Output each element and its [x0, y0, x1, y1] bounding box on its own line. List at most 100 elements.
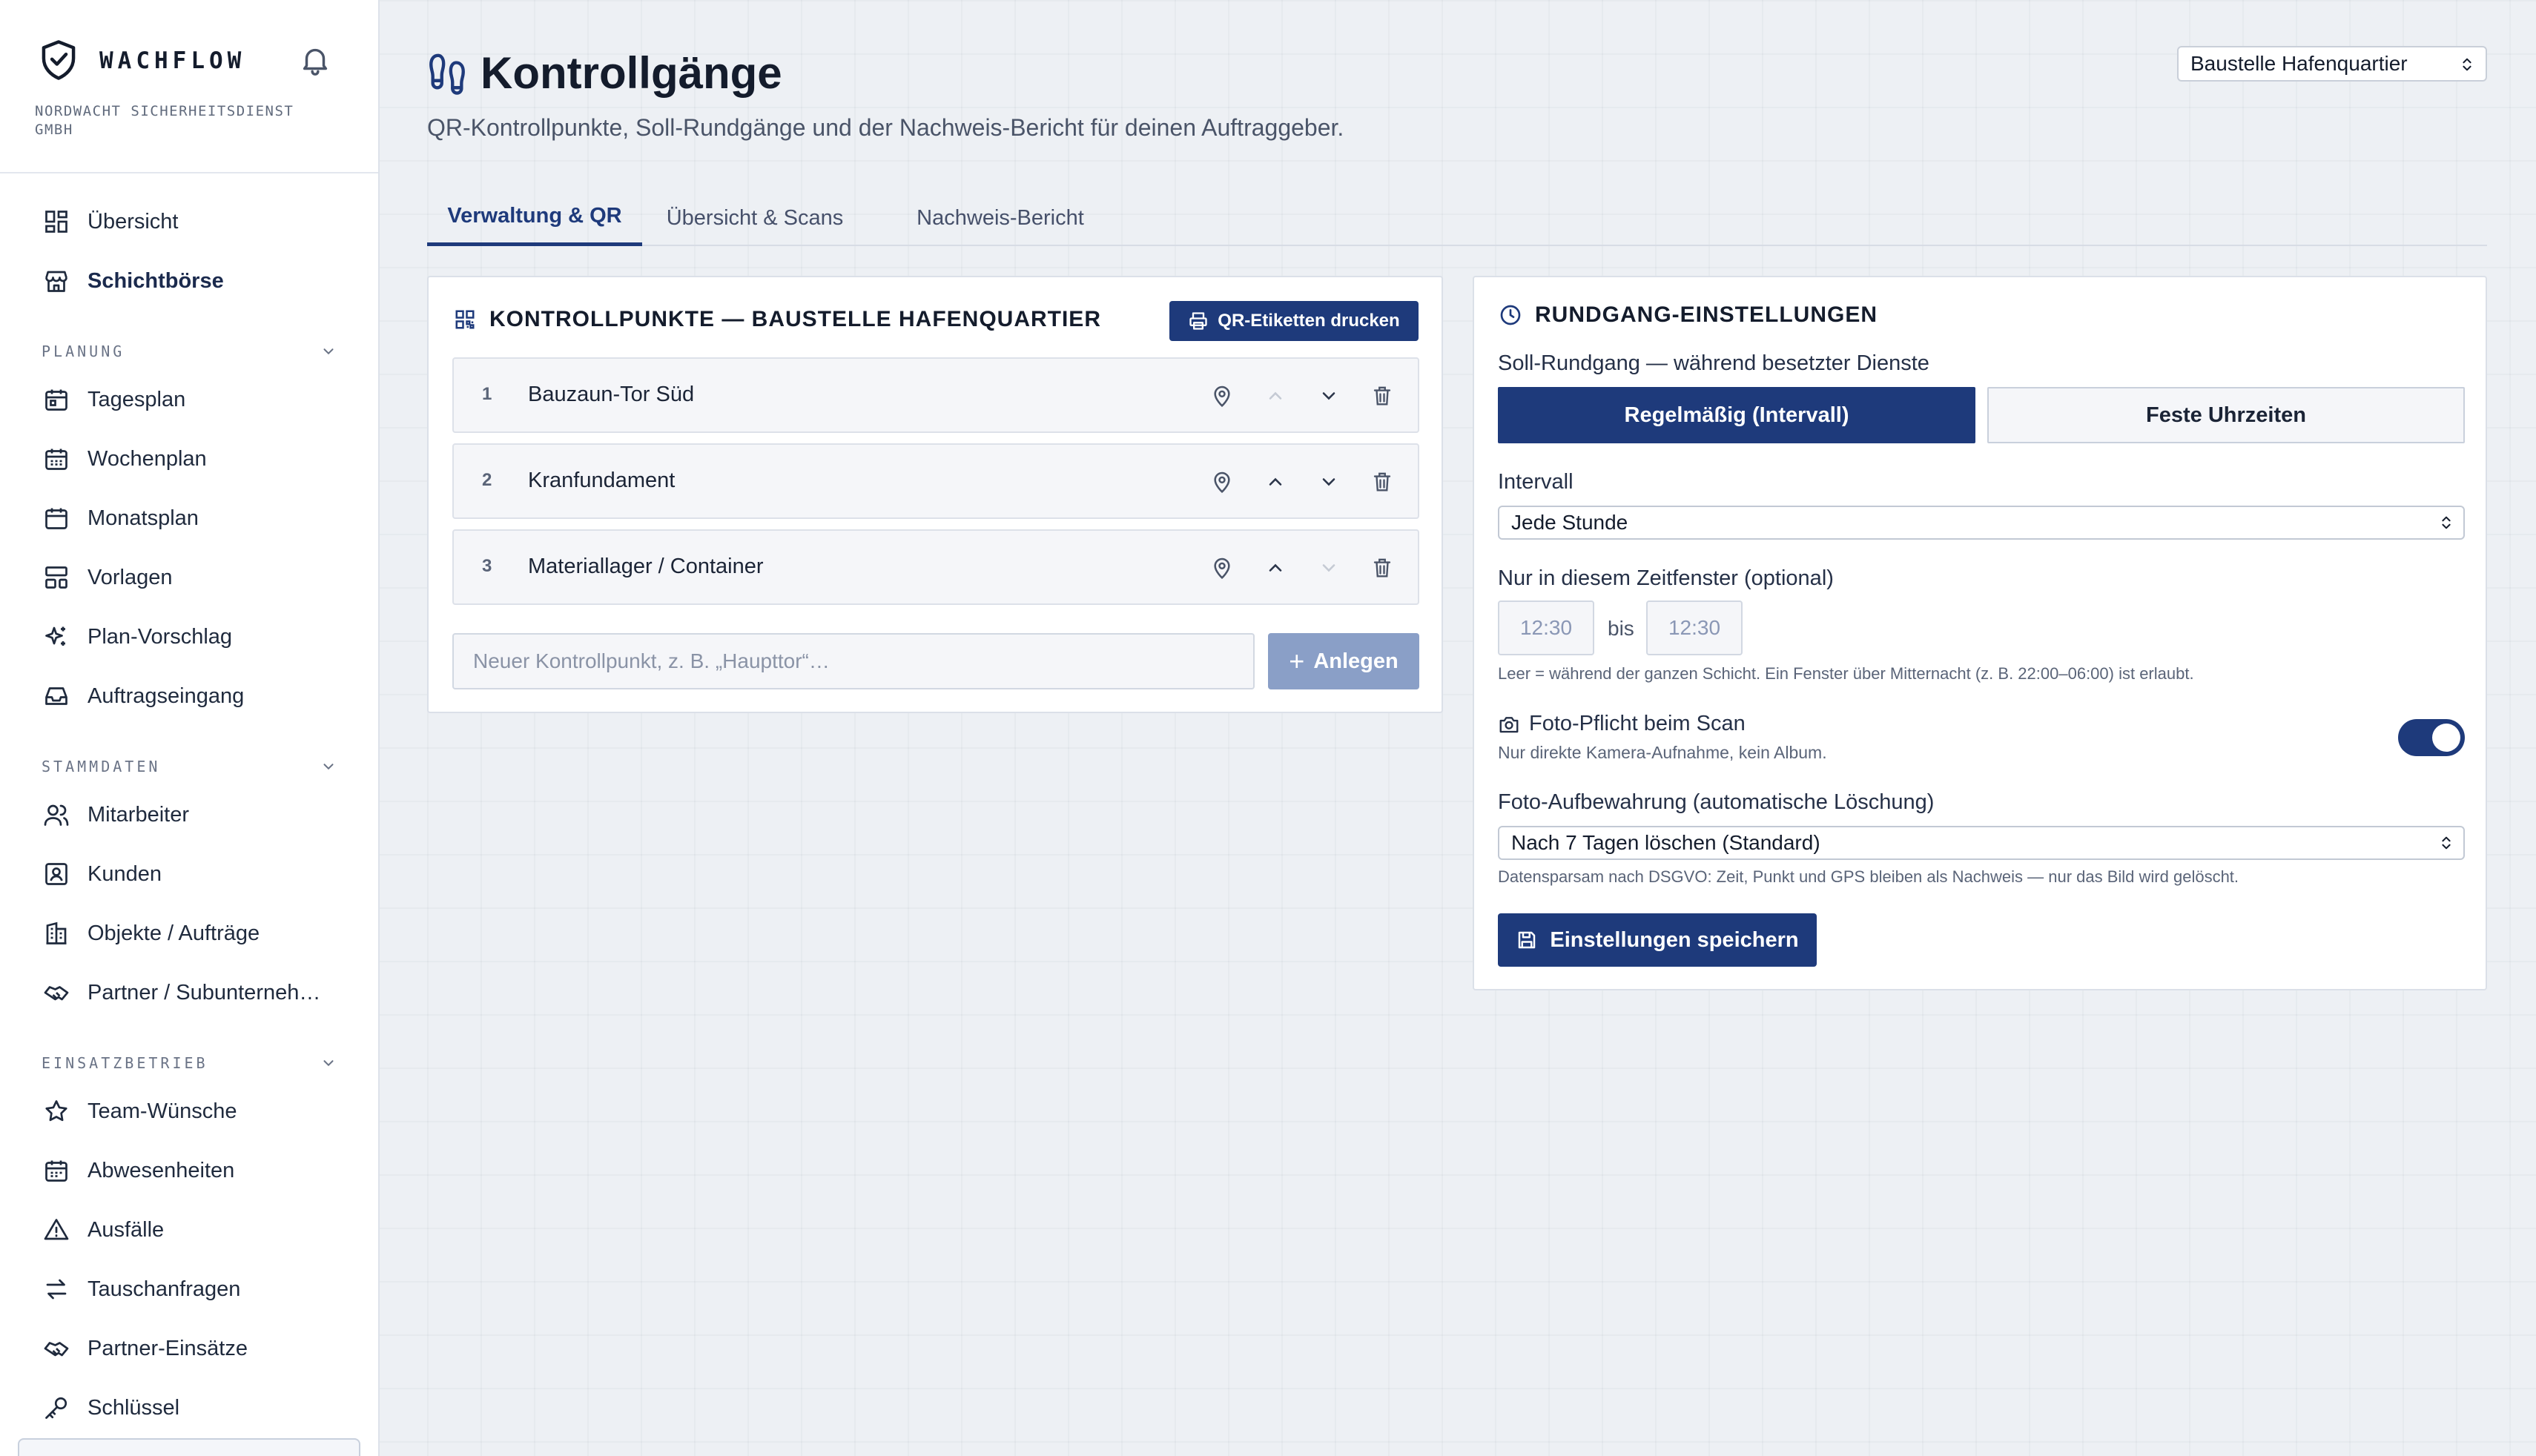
sidebar-item-objekte[interactable]: Objekte / Aufträge	[0, 907, 378, 959]
sidebar-item-mitarbeiter[interactable]: Mitarbeiter	[0, 789, 378, 841]
time-to-input[interactable]: 12:30	[1646, 600, 1743, 655]
building-icon	[42, 919, 71, 948]
sidebar-item-uebersicht[interactable]: Übersicht	[0, 196, 378, 248]
photo-retention-select[interactable]: Nach 7 Tagen löschen (Standard)	[1498, 826, 2465, 860]
sidebar-item-label: Plan-Vorschlag	[87, 624, 233, 649]
checkpoint-name: Bauzaun-Tor Süd	[528, 383, 695, 406]
sidebar-item-monatsplan[interactable]: Monatsplan	[0, 492, 378, 544]
soll-rundgang-label: Soll-Rundgang — während besetzter Dienst…	[1498, 351, 1929, 375]
sidebar-item-label: Monatsplan	[87, 506, 199, 530]
sidebar-item-label: Übersicht	[87, 209, 179, 234]
sidebar-item-auftragseingang[interactable]: Auftragseingang	[0, 670, 378, 722]
tab-nachweis-bericht[interactable]: Nachweis-Bericht	[903, 190, 1097, 246]
sidebar-item-label: Team-Wünsche	[87, 1099, 237, 1123]
page-title: Kontrollgänge	[481, 48, 782, 98]
section-planung[interactable]: PLANUNG	[42, 337, 338, 366]
key-icon	[42, 1393, 71, 1423]
sidebar-item-label: Wochenplan	[87, 446, 207, 471]
mode-interval-button[interactable]: Regelmäßig (Intervall)	[1498, 387, 1975, 443]
sidebar-item-label: Partner-Einsätze	[87, 1336, 248, 1360]
sidebar-item-schichtboerse[interactable]: Schichtbörse	[0, 255, 378, 307]
map-pin-icon[interactable]	[1207, 381, 1237, 411]
section-stammdaten[interactable]: STAMMDATEN	[42, 752, 338, 781]
sort-arrows-icon	[2438, 514, 2454, 531]
sidebar-item-partner[interactable]: Partner / Subunterneh…	[0, 967, 378, 1019]
sidebar-item-tauschanfragen[interactable]: Tauschanfragen	[0, 1263, 378, 1315]
time-from-input[interactable]: 12:30	[1498, 600, 1594, 655]
map-pin-icon[interactable]	[1207, 467, 1237, 497]
round-settings-panel: RUNDGANG-EINSTELLUNGEN Soll-Rundgang — w…	[1473, 276, 2487, 990]
sidebar-item-label: Partner / Subunterneh…	[87, 980, 321, 1005]
footprints-icon	[426, 52, 469, 95]
trash-icon[interactable]	[1367, 467, 1397, 497]
checkpoint-row: 1 Bauzaun-Tor Süd	[452, 357, 1419, 433]
tab-verwaltung-qr[interactable]: Verwaltung & QR	[427, 190, 642, 246]
chevron-down-icon	[320, 343, 337, 360]
sidebar-footer-card[interactable]	[18, 1438, 360, 1456]
sidebar-item-kunden[interactable]: Kunden	[0, 848, 378, 900]
sidebar-item-abwesenheiten[interactable]: Abwesenheiten	[0, 1145, 378, 1197]
checkpoint-row: 3 Materiallager / Container	[452, 529, 1419, 605]
section-einsatzbetrieb[interactable]: EINSATZBETRIEB	[42, 1048, 338, 1078]
section-title: STAMMDATEN	[42, 758, 161, 775]
mode-fixed-times-button[interactable]: Feste Uhrzeiten	[1987, 387, 2465, 443]
save-icon	[1516, 929, 1538, 951]
photo-retention-hint: Datensparsam nach DSGVO: Zeit, Punkt und…	[1498, 867, 2239, 886]
calendar-week-icon	[42, 444, 71, 474]
site-select-value: Baustelle Hafenquartier	[2190, 52, 2408, 75]
contact-icon	[42, 859, 71, 889]
sidebar-item-label: Auftragseingang	[87, 684, 245, 708]
chevron-up-icon[interactable]	[1261, 467, 1290, 497]
checkpoint-number: 1	[482, 384, 492, 404]
bell-icon[interactable]	[298, 43, 332, 77]
sort-arrows-icon	[2438, 835, 2454, 851]
print-qr-labels-button[interactable]: QR-Etiketten drucken	[1169, 301, 1419, 341]
sidebar-item-schluessel[interactable]: Schlüssel	[0, 1382, 378, 1434]
clock-icon	[1498, 302, 1523, 328]
sidebar-item-plan-vorschlag[interactable]: Plan-Vorschlag	[0, 611, 378, 663]
interval-select-value: Jede Stunde	[1511, 511, 1628, 534]
photo-required-text: Foto-Pflicht beim Scan	[1529, 712, 1746, 735]
page-subtitle: QR-Kontrollpunkte, Soll-Rundgänge und de…	[427, 114, 1344, 141]
sidebar-item-vorlagen[interactable]: Vorlagen	[0, 552, 378, 603]
sidebar-item-partner-einsaetze[interactable]: Partner-Einsätze	[0, 1323, 378, 1374]
interval-select[interactable]: Jede Stunde	[1498, 506, 2465, 540]
print-button-label: QR-Etiketten drucken	[1218, 311, 1400, 331]
checkpoints-panel: KONTROLLPUNKTE — BAUSTELLE HAFENQUARTIER…	[427, 276, 1443, 713]
checkpoint-name: Kranfundament	[528, 469, 676, 492]
trash-icon[interactable]	[1367, 553, 1397, 583]
site-select[interactable]: Baustelle Hafenquartier	[2177, 46, 2487, 82]
add-button-label: Anlegen	[1313, 649, 1399, 673]
settings-title: RUNDGANG-EINSTELLUNGEN	[1498, 302, 1878, 328]
chevron-down-icon[interactable]	[1314, 467, 1344, 497]
map-pin-icon[interactable]	[1207, 553, 1237, 583]
chevron-up-icon[interactable]	[1261, 553, 1290, 583]
sidebar-item-ausfaelle[interactable]: Ausfälle	[0, 1204, 378, 1256]
warning-icon	[42, 1215, 71, 1245]
chevron-down-icon	[320, 1055, 337, 1071]
trash-icon[interactable]	[1367, 381, 1397, 411]
sidebar-item-label: Tagesplan	[87, 387, 186, 411]
page-header: Kontrollgänge	[426, 47, 782, 99]
time-window-hint: Leer = während der ganzen Schicht. Ein F…	[1498, 664, 2194, 683]
add-checkpoint-button[interactable]: + Anlegen	[1268, 633, 1419, 689]
chevron-down-icon[interactable]	[1314, 381, 1344, 411]
photo-required-toggle[interactable]	[2398, 719, 2465, 756]
calendar-x-icon	[42, 1156, 71, 1185]
sidebar-item-team-wuensche[interactable]: Team-Wünsche	[0, 1085, 378, 1137]
photo-retention-value: Nach 7 Tagen löschen (Standard)	[1511, 831, 1820, 854]
sort-arrows-icon	[2459, 56, 2475, 73]
star-icon	[42, 1096, 71, 1126]
checkpoint-name: Materiallager / Container	[528, 555, 764, 578]
sidebar-item-label: Abwesenheiten	[87, 1158, 235, 1182]
checkpoints-title-text: KONTROLLPUNKTE — BAUSTELLE HAFENQUARTIER	[489, 307, 1101, 331]
tab-uebersicht-scans[interactable]: Übersicht & Scans	[650, 190, 860, 246]
sidebar-item-tagesplan[interactable]: Tagesplan	[0, 374, 378, 426]
save-settings-button[interactable]: Einstellungen speichern	[1498, 913, 1817, 967]
plus-icon: +	[1289, 646, 1305, 676]
sidebar-item-wochenplan[interactable]: Wochenplan	[0, 433, 378, 485]
new-checkpoint-input[interactable]: Neuer Kontrollpunkt, z. B. „Haupttor“…	[452, 633, 1255, 689]
sidebar: WACHFLOW NORDWACHT SICHERHEITSDIENST GMB…	[0, 0, 380, 1456]
chevron-down-icon	[1314, 553, 1344, 583]
chevron-up-icon	[1261, 381, 1290, 411]
